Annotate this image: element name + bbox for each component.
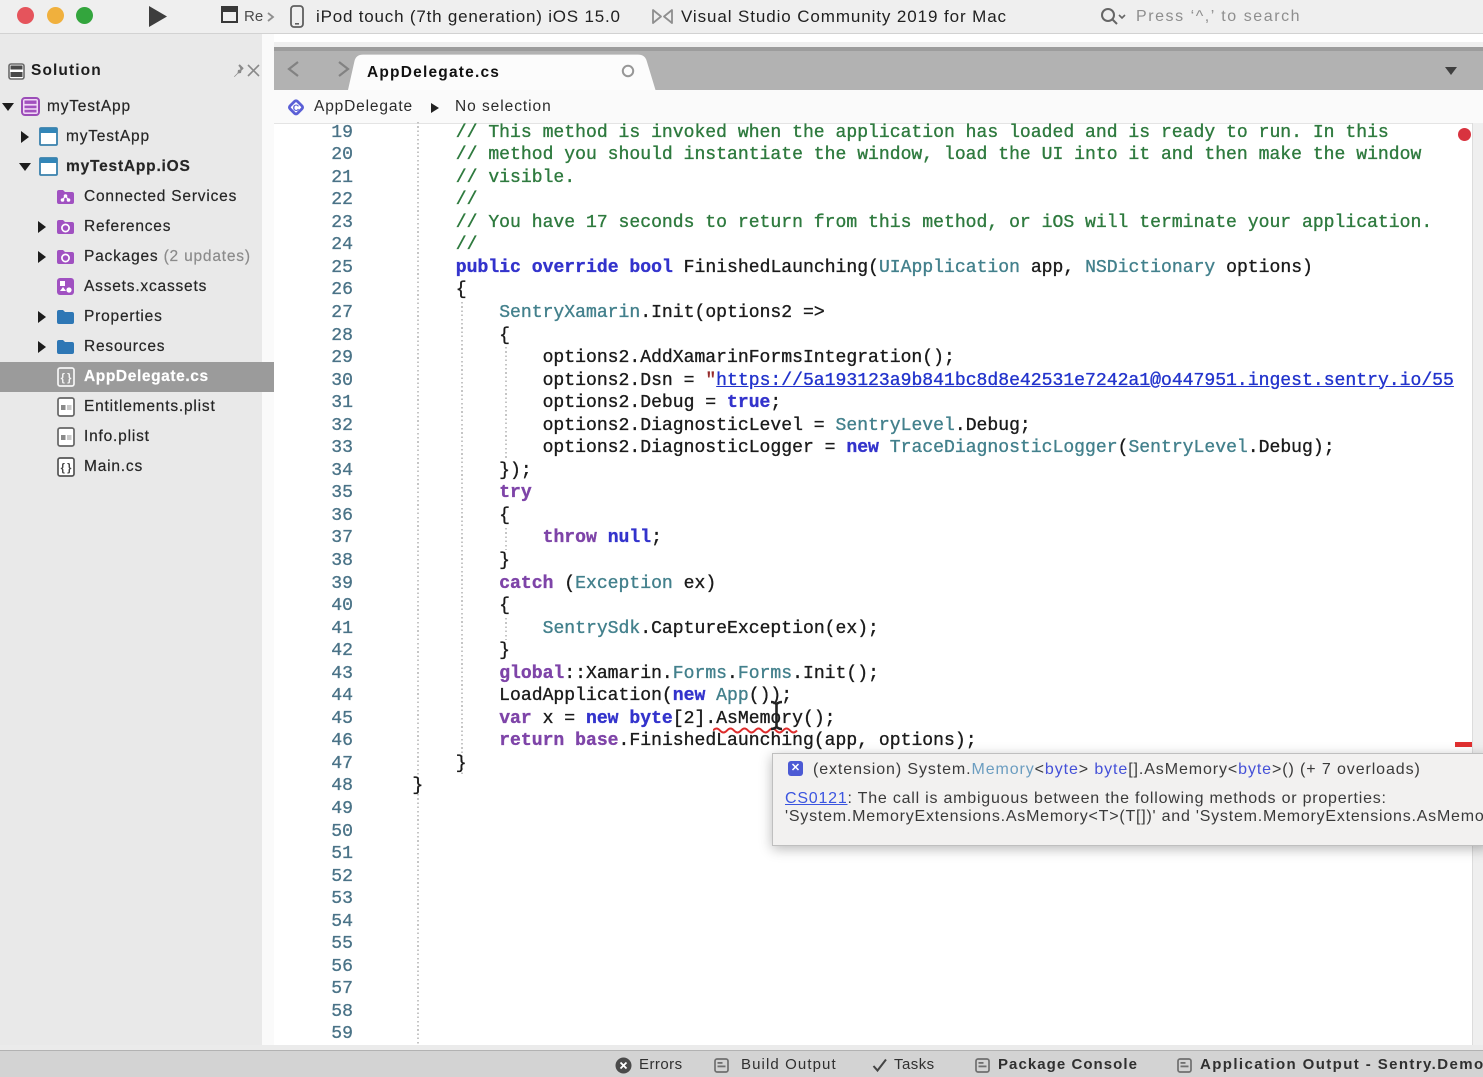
svg-text:{ }: { }: [61, 372, 72, 384]
svg-text:{ }: { }: [61, 462, 72, 474]
svg-text:C: C: [293, 103, 300, 113]
